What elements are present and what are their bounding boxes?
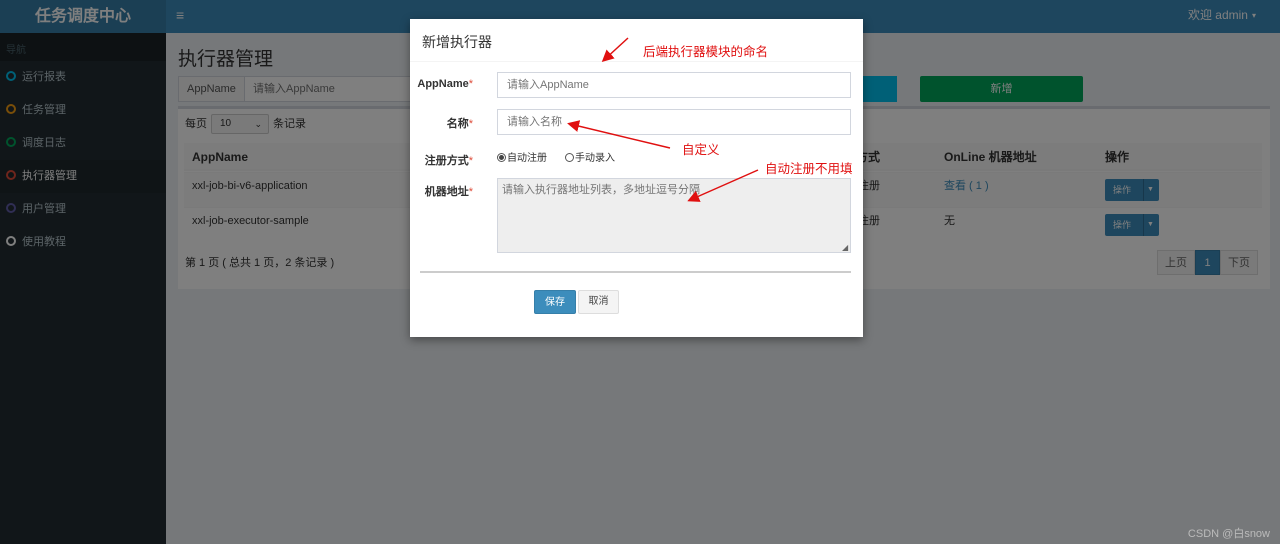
resize-grip-icon[interactable]: ◢ [842, 243, 848, 252]
annotation-address: 自动注册不用填 [765, 162, 853, 176]
modal-title: 新增执行器 [422, 34, 492, 50]
required-mark: * [468, 118, 473, 130]
divider [420, 271, 851, 273]
radio-checked-icon [497, 153, 506, 162]
name-label: 名称* [447, 115, 473, 131]
cancel-button[interactable]: 取消 [578, 290, 619, 314]
address-textarea[interactable] [497, 178, 851, 253]
radio-unchecked-icon [565, 153, 574, 162]
radio-label: 手动录入 [575, 153, 615, 164]
address-label: 机器地址* [425, 183, 473, 199]
appname-label: AppName* [417, 78, 473, 90]
required-mark: * [468, 155, 473, 167]
required-mark: * [468, 78, 473, 90]
annotation-name: 自定义 [682, 143, 720, 157]
label-text: 注册方式 [424, 155, 469, 167]
annotation-appname: 后端执行器模块的命名 [643, 45, 769, 59]
required-mark: * [468, 186, 473, 198]
radio-manual[interactable]: 手动录入 [565, 149, 615, 164]
appname-input[interactable] [497, 72, 851, 98]
divider [410, 61, 863, 62]
reg-type-label: 注册方式* [425, 152, 473, 168]
watermark: CSDN @白snow [1187, 528, 1270, 540]
label-text: 机器地址 [424, 186, 469, 198]
label-text: AppName [417, 78, 469, 90]
add-executor-modal: 新增执行器 AppName* 名称* 注册方式* 自动注册 手动录入 机器地址*… [410, 19, 863, 337]
radio-auto[interactable]: 自动注册 [497, 149, 547, 164]
label-text: 名称 [446, 118, 469, 130]
radio-label: 自动注册 [507, 153, 547, 164]
save-button[interactable]: 保存 [534, 290, 576, 314]
name-input[interactable] [497, 109, 851, 135]
